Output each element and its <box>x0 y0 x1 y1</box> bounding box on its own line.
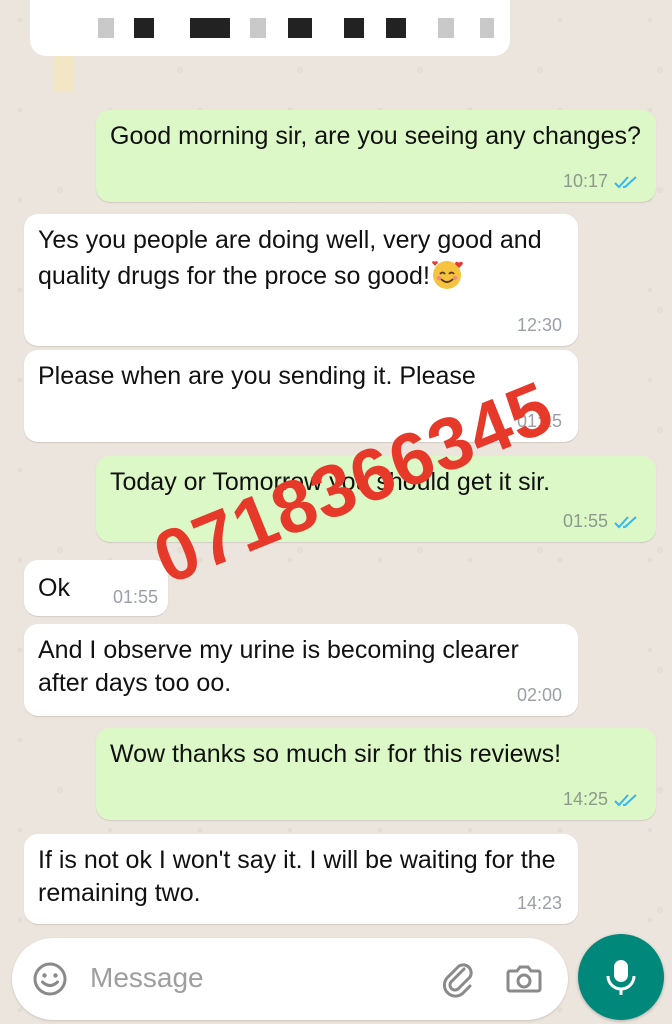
message-bubble-incoming[interactable]: Ok 01:55 <box>24 560 168 616</box>
message-time: 02:00 <box>516 685 562 705</box>
message-meta: 14:23 <box>517 893 562 914</box>
message-meta: 02:00 <box>517 685 562 706</box>
mic-icon <box>606 960 636 995</box>
message-meta: 01:55 <box>113 587 158 608</box>
message-time: 10:17 <box>562 171 608 191</box>
message-bubble-outgoing[interactable]: Good morning sir, are you seeing any cha… <box>96 110 656 202</box>
message-input[interactable]: Message <box>90 962 204 994</box>
message-time: 14:25 <box>562 789 608 809</box>
message-bubble-outgoing[interactable]: Wow thanks so much sir for this reviews!… <box>96 728 656 820</box>
redaction-mark <box>190 18 230 38</box>
voice-record-button[interactable] <box>578 934 664 1020</box>
redaction-mark <box>250 18 266 38</box>
redacted-header <box>30 0 510 56</box>
message-meta: 01:55 <box>563 511 640 532</box>
message-time: 14:23 <box>516 893 562 913</box>
message-text: If is not ok I won't say it. I will be w… <box>38 846 556 907</box>
message-composer[interactable]: Message <box>12 938 568 1020</box>
message-bubble-incoming[interactable]: If is not ok I won't say it. I will be w… <box>24 834 578 924</box>
message-content: Yes you people are doing well, very good… <box>38 224 564 293</box>
message-bubble-incoming[interactable]: And I observe my urine is becoming clear… <box>24 624 578 716</box>
redaction-mark <box>438 18 454 38</box>
redaction-mark <box>480 18 494 38</box>
message-time: 01:55 <box>112 587 158 607</box>
read-ticks-icon <box>614 515 637 528</box>
message-time: 01:55 <box>562 511 608 531</box>
message-meta: 12:30 <box>517 315 562 336</box>
redaction-mark <box>386 18 406 38</box>
read-ticks-icon <box>614 793 637 806</box>
redaction-mark <box>288 18 312 38</box>
message-text: Yes you people are doing well, very good… <box>38 226 542 290</box>
message-text: Good morning sir, are you seeing any cha… <box>110 122 641 150</box>
emoji-icon[interactable] <box>30 959 70 999</box>
redaction-mark <box>98 18 114 38</box>
attach-icon[interactable] <box>436 957 480 1001</box>
read-ticks-icon <box>614 175 637 188</box>
redaction-mark <box>134 18 154 38</box>
message-text: And I observe my urine is becoming clear… <box>38 636 519 697</box>
message-meta: 14:25 <box>563 789 640 810</box>
avatar <box>54 56 74 92</box>
message-meta: 10:17 <box>563 171 640 192</box>
redaction-mark <box>344 18 364 38</box>
message-text: Wow thanks so much sir for this reviews! <box>110 740 562 768</box>
message-bubble-incoming[interactable]: Yes you people are doing well, very good… <box>24 214 578 346</box>
camera-icon[interactable] <box>502 957 546 1001</box>
smiling-face-with-hearts-icon <box>432 261 463 289</box>
message-time: 12:30 <box>516 315 562 335</box>
